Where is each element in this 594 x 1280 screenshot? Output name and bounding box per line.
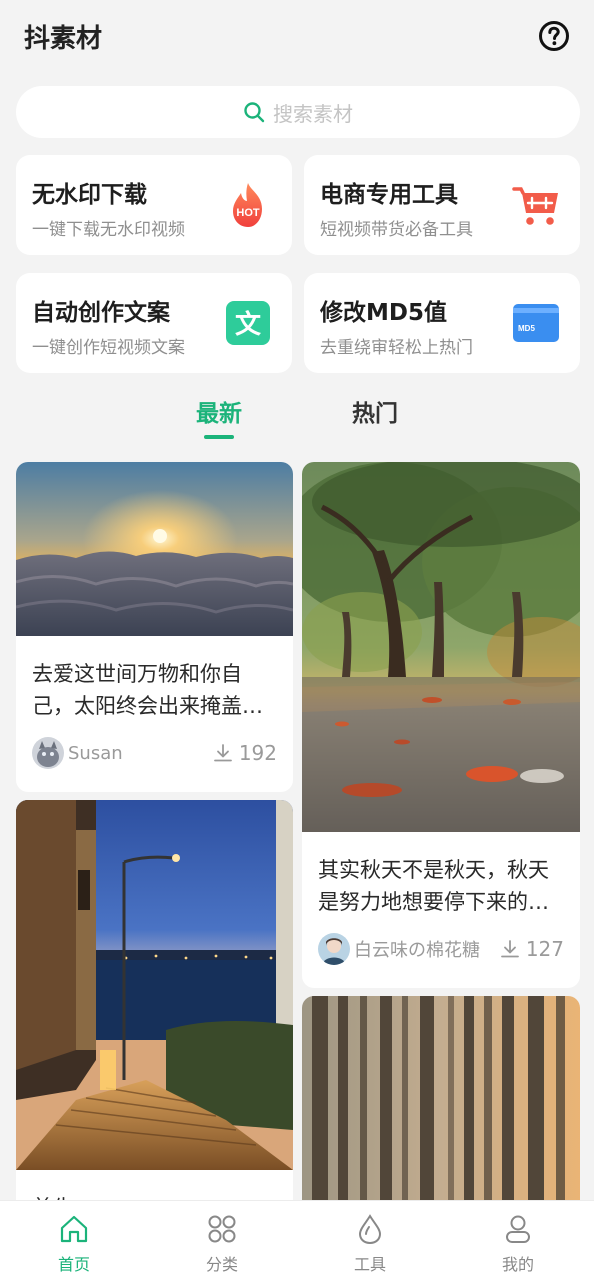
feed-image-night-stairs (16, 800, 293, 1170)
grid-icon (208, 1215, 236, 1243)
download-count: 192 (238, 741, 277, 765)
feed-image-autumn (302, 462, 580, 832)
search-placeholder: 搜索素材 (273, 101, 353, 126)
feed-title: 去爱这世间万物和你自己，太阳终会出来掩盖… (32, 662, 263, 718)
tab-latest[interactable]: 最新 (196, 394, 242, 428)
md5-card-icon: MD5 (513, 304, 559, 342)
nav-label: 首页 (57, 1255, 90, 1274)
tool-title: 自动创作文案 (32, 300, 170, 326)
tool-subtitle: 一键下载无水印视频 (32, 220, 185, 240)
tool-card-modify-md5[interactable]: 修改MD5值 去重绕审轻松上热门 MD5 (304, 273, 580, 373)
hot-badge-text: HOT (236, 207, 260, 219)
author-row[interactable]: 白云味の棉花糖 (318, 932, 480, 966)
tab-hot[interactable]: 热门 (352, 394, 398, 428)
text-doc-icon: 文 (226, 301, 270, 345)
feed-tabs: 最新 热门 (0, 380, 594, 444)
download-count-group[interactable]: 192 (213, 736, 277, 770)
author-name: Susan (68, 742, 123, 764)
user-icon (506, 1215, 530, 1243)
question-circle-icon[interactable] (538, 20, 570, 52)
nav-item-tools[interactable]: 工具 (296, 1201, 444, 1280)
home-icon (60, 1215, 88, 1243)
tool-card-ecommerce-tools[interactable]: 电商专用工具 短视频带货必备工具 (304, 155, 580, 255)
tool-title: 无水印下载 (32, 182, 147, 208)
author-name: 白云味の棉花糖 (354, 940, 480, 961)
shopping-cart-icon (512, 187, 558, 225)
app-header: 抖素材 (0, 0, 594, 76)
feed-image-misty-forest (302, 996, 580, 1226)
hot-flame-icon: HOT (233, 183, 262, 227)
md5-badge-text: MD5 (518, 324, 535, 333)
active-tab-indicator (204, 435, 234, 439)
bottom-nav: 首页 分类 工具 我的 (0, 1200, 594, 1280)
drop-icon (358, 1214, 382, 1245)
download-count: 127 (525, 937, 564, 961)
app-title: 抖素材 (24, 24, 103, 54)
avatar (32, 737, 64, 769)
download-icon (213, 744, 232, 762)
nav-item-me[interactable]: 我的 (444, 1201, 592, 1280)
tool-subtitle: 一键创作短视频文案 (32, 338, 185, 358)
nav-item-home[interactable]: 首页 (0, 1201, 148, 1280)
tool-subtitle: 短视频带货必备工具 (320, 220, 473, 240)
feed-image-sunrise (16, 462, 293, 636)
text-doc-glyph: 文 (235, 309, 262, 340)
feed-card[interactable]: 其实秋天不是秋天，秋天是努力地想要停下来的… 白云味の棉花糖 127 (302, 462, 580, 988)
download-icon (500, 940, 519, 958)
download-count-group[interactable]: 127 (500, 932, 564, 966)
search-bar[interactable]: 搜索素材 (16, 86, 580, 138)
tool-title: 电商专用工具 (320, 182, 458, 208)
tool-subtitle: 去重绕审轻松上热门 (320, 338, 473, 358)
feed-title: 其实秋天不是秋天，秋天是努力地想要停下来的… (318, 858, 549, 914)
tool-card-auto-copywriting[interactable]: 自动创作文案 一键创作短视频文案 文 (16, 273, 292, 373)
tool-title: 修改MD5值 (320, 300, 447, 326)
nav-label: 我的 (501, 1255, 534, 1274)
search-icon (244, 102, 265, 123)
nav-label: 工具 (353, 1255, 386, 1274)
nav-item-category[interactable]: 分类 (148, 1201, 296, 1280)
nav-label: 分类 (205, 1255, 238, 1274)
avatar (318, 933, 350, 965)
author-row[interactable]: Susan (32, 736, 123, 770)
feed-card[interactable] (302, 996, 580, 1226)
feed-card[interactable]: 去爱这世间万物和你自己，太阳终会出来掩盖… Susan 192 (16, 462, 293, 792)
tool-card-watermark-free-download[interactable]: 无水印下载 一键下载无水印视频 HOT (16, 155, 292, 255)
feed-card[interactable]: 首先， (16, 800, 293, 1220)
